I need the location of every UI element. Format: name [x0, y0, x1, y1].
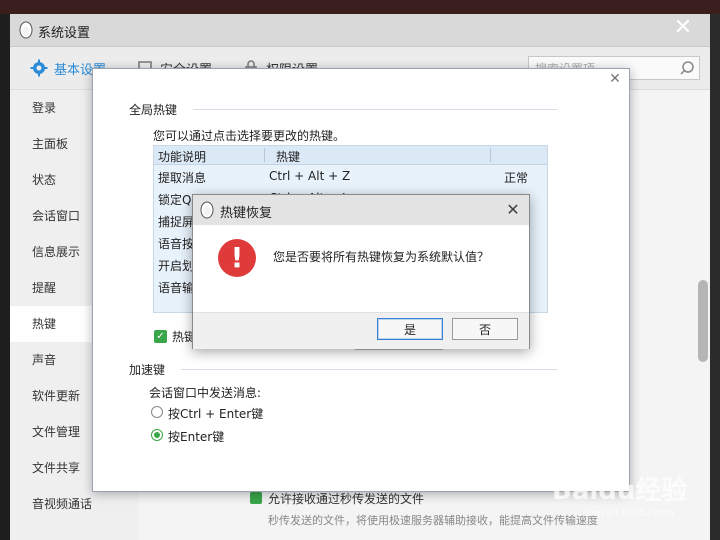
enable-hotkey-checkbox[interactable]: ✓ — [154, 330, 167, 343]
baidu-watermark: Baidu经验 jingyan.baidu.com — [552, 470, 712, 530]
hotkey-table-header: 功能说明 热键 — [154, 146, 547, 165]
peek-description: 秒传发送的文件，将使用极速服务器辅助接收，能提高文件传输速度 — [268, 514, 598, 527]
confirm-dialog-title: 热键恢复 — [220, 206, 273, 221]
window-title: 系统设置 — [38, 26, 91, 41]
yes-button[interactable]: 是 — [377, 318, 443, 340]
row-function: 提取消息 — [158, 171, 207, 185]
radio-ctrl-enter[interactable] — [151, 406, 163, 418]
send-message-label: 会话窗口中发送消息: — [149, 386, 262, 400]
column-hotkey: 热键 — [276, 150, 301, 164]
row-hotkey: Ctrl + Alt + Z — [269, 169, 351, 183]
watermark-text: Baidu经验 — [552, 476, 688, 506]
confirm-dialog-titlebar: 热键恢复 ✕ — [193, 195, 529, 225]
hotkey-description: 您可以通过点击选择要更改的热键。 — [153, 129, 346, 143]
confirm-dialog-footer: 是 否 — [193, 312, 529, 349]
watermark-subtext: jingyan.baidu.com — [582, 508, 675, 519]
no-button[interactable]: 否 — [452, 318, 518, 340]
hotkey-dialog-close-icon[interactable]: ✕ — [607, 71, 623, 87]
global-hotkey-group-title: 全局热键 — [129, 103, 178, 117]
confirm-dialog-close-icon[interactable]: ✕ — [505, 200, 521, 219]
desktop-left-strip — [0, 14, 10, 540]
confirm-message: 您是否要将所有热键恢复为系统默认值？ — [273, 250, 490, 264]
radio-enter[interactable] — [151, 429, 163, 441]
radio-ctrl-enter-label: 按Ctrl + Enter键 — [168, 407, 264, 421]
window-titlebar: 系统设置 ✕ — [10, 14, 710, 47]
accel-key-group-title: 加速键 — [129, 363, 166, 377]
column-separator — [264, 148, 265, 162]
gear-icon — [30, 59, 48, 77]
group-divider — [181, 369, 557, 370]
peek-checkbox[interactable] — [250, 492, 262, 504]
peek-checkbox-label: 允许接收通过秒传发送的文件 — [268, 492, 425, 506]
radio-enter-label: 按Enter键 — [168, 430, 225, 444]
content-scrollbar[interactable] — [698, 280, 708, 362]
hotkey-restore-confirm-dialog: 热键恢复 ✕ ! 您是否要将所有热键恢复为系统默认值？ 是 否 — [192, 194, 530, 349]
column-separator — [490, 148, 491, 162]
window-close-icon[interactable]: ✕ — [672, 16, 694, 40]
group-divider — [193, 109, 557, 110]
desktop-top-strip — [0, 0, 720, 14]
column-function: 功能说明 — [158, 150, 207, 164]
warning-icon: ! — [218, 239, 256, 277]
qq-penguin-logo-icon — [19, 21, 33, 39]
search-icon[interactable] — [679, 60, 695, 76]
qq-penguin-logo-icon — [200, 201, 214, 219]
row-status: 正常 — [504, 171, 529, 185]
desktop-right-strip — [710, 14, 720, 540]
